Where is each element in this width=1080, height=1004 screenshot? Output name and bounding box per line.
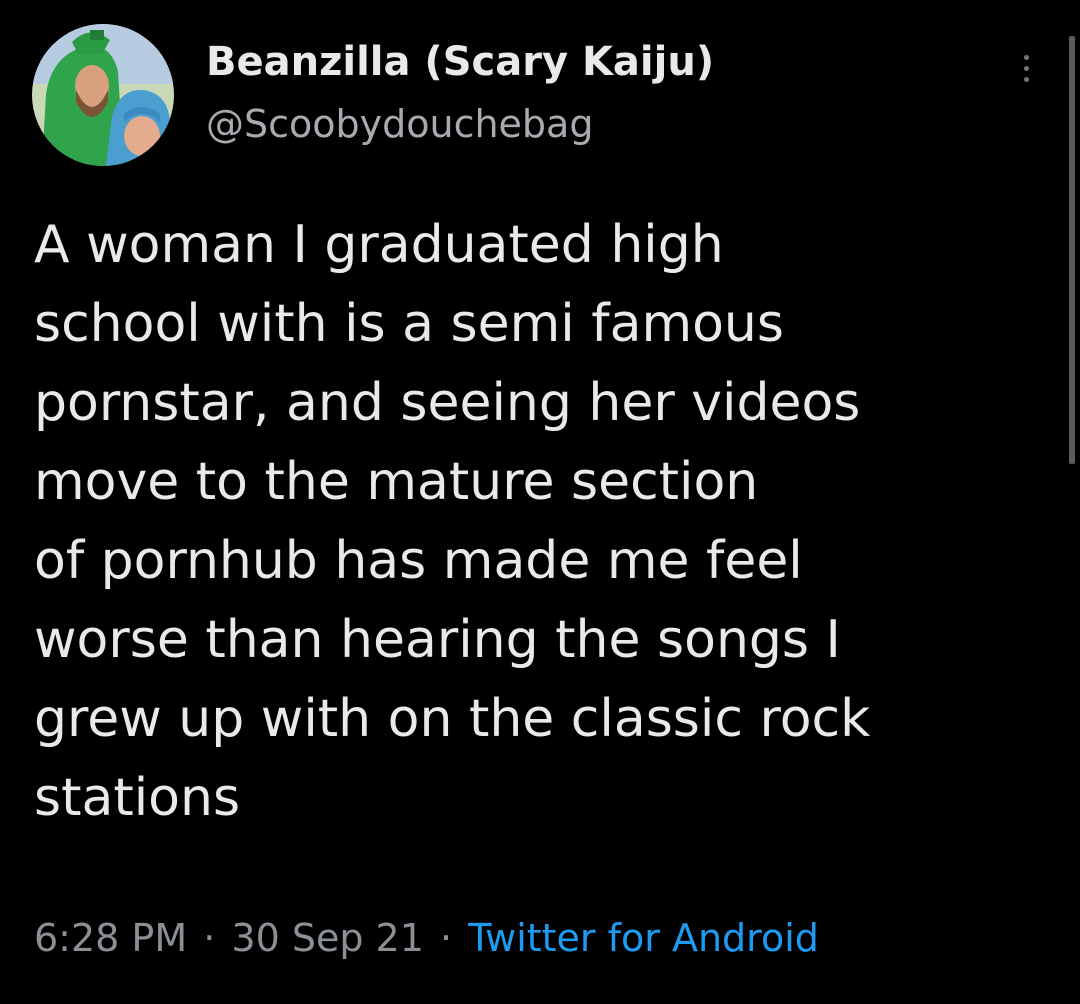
author-handle[interactable]: @Scoobydouchebag	[206, 102, 593, 148]
profile-photo-avatar	[32, 24, 174, 166]
author-display-name[interactable]: Beanzilla (Scary Kaiju)	[206, 38, 714, 86]
tweet-card: Beanzilla (Scary Kaiju) @Scoobydouchebag…	[0, 0, 1080, 1004]
tweet-text: A woman I graduated high school with is …	[34, 215, 871, 828]
meta-separator: ·	[440, 916, 453, 960]
scrollbar[interactable]	[1069, 36, 1075, 464]
more-options-icon	[1023, 54, 1029, 60]
tweet-time[interactable]: 6:28 PM	[34, 916, 187, 960]
avatar[interactable]	[32, 24, 174, 166]
tweet-date[interactable]: 30 Sep 21	[231, 916, 424, 960]
tweet-metadata: 6:28 PM · 30 Sep 21 · Twitter for Androi…	[34, 916, 819, 962]
tweet-source-link[interactable]: Twitter for Android	[468, 916, 819, 960]
more-options-icon-dot	[1023, 65, 1029, 71]
more-options-button[interactable]	[1008, 44, 1044, 92]
more-options-icon-dot	[1023, 76, 1029, 82]
meta-separator: ·	[203, 916, 216, 960]
